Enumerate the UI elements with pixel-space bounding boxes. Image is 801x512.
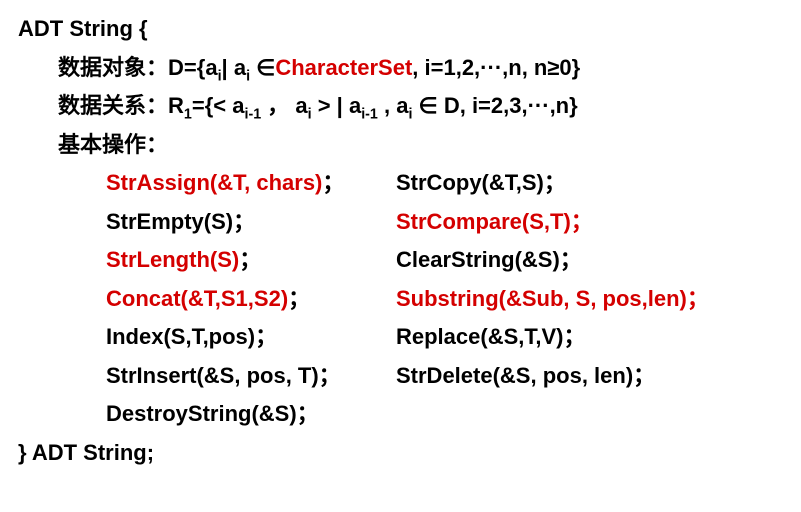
txt: > | a — [312, 93, 362, 118]
op-strassign: StrAssign(&T, chars) — [106, 170, 322, 195]
character-set: CharacterSet — [275, 55, 412, 80]
adt-definition: ADT String { 数据对象：D={ai| ai ∈CharacterSe… — [0, 0, 801, 482]
data-object-line: 数据对象：D={ai| ai ∈CharacterSet, i=1,2,···,… — [18, 49, 783, 88]
basic-operations-label: 基本操作： — [18, 126, 783, 165]
sub-im1: i-1 — [244, 106, 261, 122]
op-concat: Concat(&T,S1,S2) — [106, 286, 288, 311]
op-clearstring: ClearString(&S)； — [396, 247, 582, 272]
txt: D={a — [168, 55, 218, 80]
op-strcompare: StrCompare(S,T)； — [396, 209, 593, 234]
ops-row-1: StrAssign(&T, chars)； StrCopy(&T,S)； — [18, 164, 783, 203]
txt: ={< a — [192, 93, 245, 118]
op-strdelete: StrDelete(&S, pos, len)； — [396, 363, 655, 388]
op-strempty: StrEmpty(S)； — [106, 209, 255, 234]
sub-1: 1 — [184, 106, 192, 122]
ops-row-7: DestroyString(&S)； — [18, 395, 783, 434]
op-destroystring: DestroyString(&S)； — [106, 401, 319, 426]
adt-footer: } ADT String; — [18, 434, 783, 473]
txt: , i=1,2,···,n, n≥0} — [412, 55, 580, 80]
data-relation-label: 数据关系： — [58, 93, 168, 118]
ops-row-6: StrInsert(&S, pos, T)； StrDelete(&S, pos… — [18, 357, 783, 396]
txt: , a — [378, 93, 409, 118]
txt: ∈ — [250, 55, 275, 80]
op-strlength: StrLength(S) — [106, 247, 239, 272]
op-replace: Replace(&S,T,V)； — [396, 324, 586, 349]
txt: ， a — [261, 93, 307, 118]
adt-header: ADT String { — [18, 10, 783, 49]
semicolon: ； — [288, 286, 310, 311]
sub-im1: i-1 — [361, 106, 378, 122]
data-object-label: 数据对象： — [58, 55, 168, 80]
ops-row-4: Concat(&T,S1,S2)； Substring(&Sub, S, pos… — [18, 280, 783, 319]
txt: ∈ D, i=2,3,···,n} — [412, 93, 577, 118]
op-strcopy: StrCopy(&T,S)； — [396, 170, 566, 195]
ops-row-3: StrLength(S)； ClearString(&S)； — [18, 241, 783, 280]
data-relation-line: 数据关系：R1={< ai-1 ， ai > | ai-1 , ai ∈ D, … — [18, 87, 783, 126]
ops-row-2: StrEmpty(S)； StrCompare(S,T)； — [18, 203, 783, 242]
txt: R — [168, 93, 184, 118]
txt: | a — [222, 55, 247, 80]
semicolon: ； — [239, 247, 261, 272]
op-index: Index(S,T,pos)； — [106, 324, 277, 349]
op-strinsert: StrInsert(&S, pos, T)； — [106, 363, 341, 388]
semicolon: ； — [322, 170, 344, 195]
op-substring: Substring(&Sub, S, pos,len)； — [396, 286, 709, 311]
ops-row-5: Index(S,T,pos)； Replace(&S,T,V)； — [18, 318, 783, 357]
